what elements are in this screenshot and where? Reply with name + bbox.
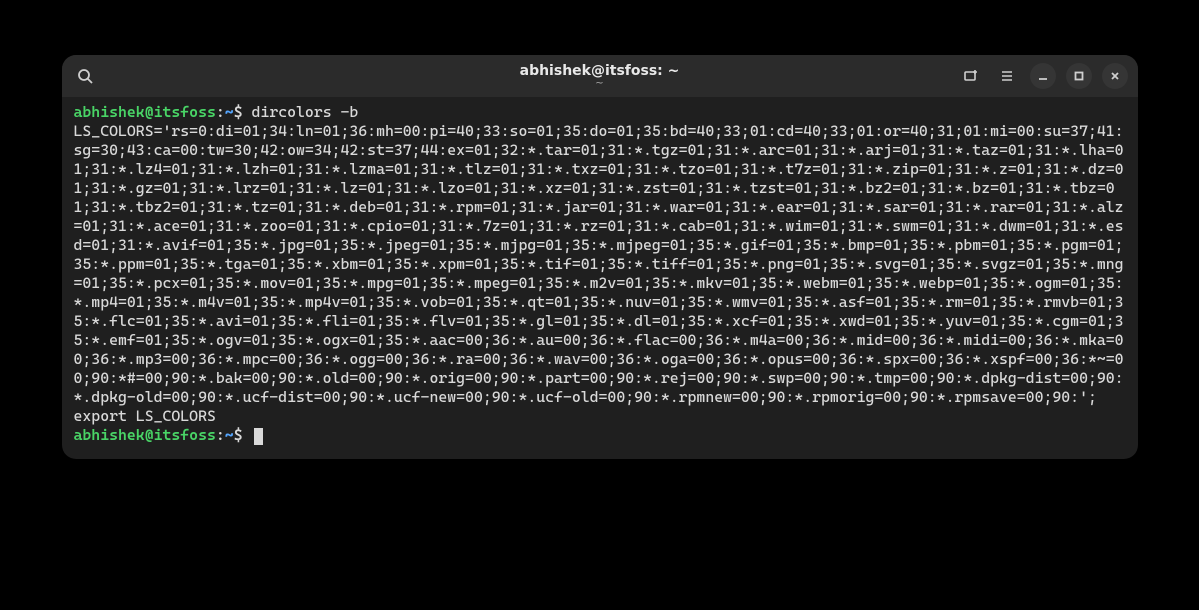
maximize-button[interactable] [1066,63,1092,89]
prompt-path: ~ [225,426,234,444]
prompt-colon: : [216,103,225,121]
new-tab-icon[interactable] [958,63,984,89]
titlebar: abhishek@itsfoss: ~ ~ [62,55,1138,97]
prompt-user-host: abhishek@itsfoss [74,426,216,444]
search-icon[interactable] [72,63,98,89]
output-export: export LS_COLORS [74,407,1126,426]
prompt-dollar: $ [234,103,243,121]
prompt-user-host: abhishek@itsfoss [74,103,216,121]
terminal-body[interactable]: abhishek@itsfoss:~$ dircolors -b LS_COLO… [62,97,1138,459]
menu-icon[interactable] [994,63,1020,89]
titlebar-controls [958,63,1128,89]
close-button[interactable] [1102,63,1128,89]
prompt-line-2: abhishek@itsfoss:~$ [74,426,1126,445]
window-title: abhishek@itsfoss: ~ [520,63,680,79]
terminal-window: abhishek@itsfoss: ~ ~ abhishek@itsfoss:~… [62,55,1138,459]
output-ls-colors: LS_COLORS='rs=0:di=01;34:ln=01;36:mh=00:… [74,122,1126,407]
prompt-colon: : [216,426,225,444]
command-text: dircolors -b [252,103,359,121]
prompt-path: ~ [225,103,234,121]
minimize-button[interactable] [1030,63,1056,89]
prompt-line-1: abhishek@itsfoss:~$ dircolors -b [74,103,1126,122]
prompt-dollar: $ [234,426,243,444]
cursor [254,428,263,445]
window-subtitle: ~ [595,78,603,89]
